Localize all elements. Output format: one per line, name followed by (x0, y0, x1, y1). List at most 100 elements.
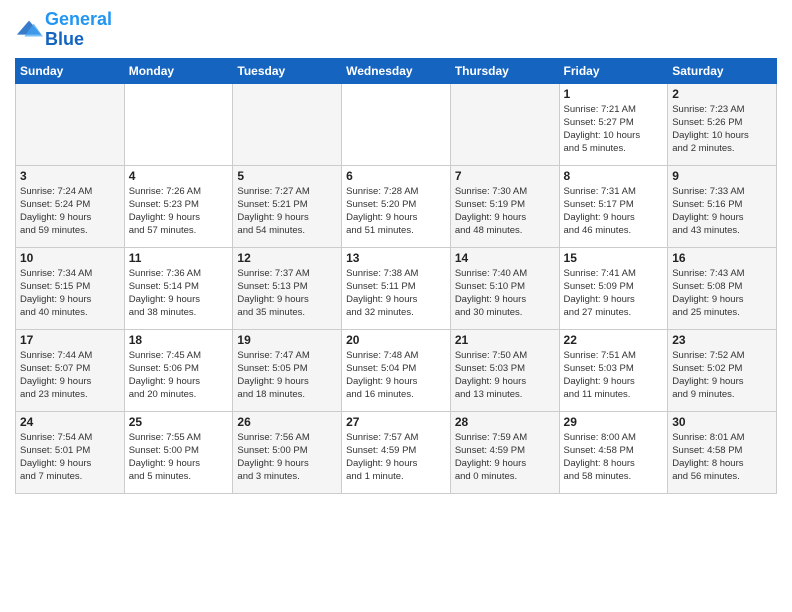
day-info: Sunrise: 7:50 AM Sunset: 5:03 PM Dayligh… (455, 349, 555, 402)
day-number: 14 (455, 251, 555, 265)
calendar-cell: 20 Sunrise: 7:48 AM Sunset: 5:04 PM Dayli… (342, 329, 451, 411)
calendar-cell: 3 Sunrise: 7:24 AM Sunset: 5:24 PM Daylig… (16, 165, 125, 247)
calendar-cell: 18 Sunrise: 7:45 AM Sunset: 5:06 PM Dayli… (124, 329, 233, 411)
day-info: Sunrise: 7:38 AM Sunset: 5:11 PM Dayligh… (346, 267, 446, 320)
day-info: Sunrise: 7:45 AM Sunset: 5:06 PM Dayligh… (129, 349, 229, 402)
day-number: 19 (237, 333, 337, 347)
calendar-cell: 16 Sunrise: 7:43 AM Sunset: 5:08 PM Dayli… (668, 247, 777, 329)
calendar-cell: 30 Sunrise: 8:01 AM Sunset: 4:58 PM Dayli… (668, 411, 777, 493)
day-info: Sunrise: 7:59 AM Sunset: 4:59 PM Dayligh… (455, 431, 555, 484)
calendar-week-2: 3 Sunrise: 7:24 AM Sunset: 5:24 PM Daylig… (16, 165, 777, 247)
day-number: 8 (564, 169, 664, 183)
weekday-header-wednesday: Wednesday (342, 58, 451, 83)
calendar-cell: 27 Sunrise: 7:57 AM Sunset: 4:59 PM Dayli… (342, 411, 451, 493)
calendar-cell: 6 Sunrise: 7:28 AM Sunset: 5:20 PM Daylig… (342, 165, 451, 247)
day-number: 1 (564, 87, 664, 101)
day-number: 21 (455, 333, 555, 347)
calendar-cell: 19 Sunrise: 7:47 AM Sunset: 5:05 PM Dayli… (233, 329, 342, 411)
calendar-cell: 28 Sunrise: 7:59 AM Sunset: 4:59 PM Dayli… (450, 411, 559, 493)
day-info: Sunrise: 7:21 AM Sunset: 5:27 PM Dayligh… (564, 103, 664, 156)
calendar-cell: 21 Sunrise: 7:50 AM Sunset: 5:03 PM Dayli… (450, 329, 559, 411)
weekday-header-friday: Friday (559, 58, 668, 83)
logo-icon (15, 16, 43, 44)
day-info: Sunrise: 7:54 AM Sunset: 5:01 PM Dayligh… (20, 431, 120, 484)
calendar-week-3: 10 Sunrise: 7:34 AM Sunset: 5:15 PM Dayli… (16, 247, 777, 329)
logo: General Blue (15, 10, 112, 50)
weekday-header-thursday: Thursday (450, 58, 559, 83)
calendar-cell (450, 83, 559, 165)
day-number: 11 (129, 251, 229, 265)
calendar-cell: 1 Sunrise: 7:21 AM Sunset: 5:27 PM Daylig… (559, 83, 668, 165)
day-number: 10 (20, 251, 120, 265)
day-number: 27 (346, 415, 446, 429)
calendar-cell: 4 Sunrise: 7:26 AM Sunset: 5:23 PM Daylig… (124, 165, 233, 247)
day-number: 5 (237, 169, 337, 183)
day-info: Sunrise: 7:24 AM Sunset: 5:24 PM Dayligh… (20, 185, 120, 238)
page-container: General Blue SundayMondayTuesdayWednesda… (0, 0, 792, 504)
day-info: Sunrise: 7:23 AM Sunset: 5:26 PM Dayligh… (672, 103, 772, 156)
day-number: 26 (237, 415, 337, 429)
calendar-cell: 14 Sunrise: 7:40 AM Sunset: 5:10 PM Dayli… (450, 247, 559, 329)
calendar-cell: 7 Sunrise: 7:30 AM Sunset: 5:19 PM Daylig… (450, 165, 559, 247)
calendar-cell: 15 Sunrise: 7:41 AM Sunset: 5:09 PM Dayli… (559, 247, 668, 329)
day-number: 16 (672, 251, 772, 265)
weekday-header-row: SundayMondayTuesdayWednesdayThursdayFrid… (16, 58, 777, 83)
calendar-cell: 8Sunrise: 7:31 AM Sunset: 5:17 PM Daylig… (559, 165, 668, 247)
day-number: 24 (20, 415, 120, 429)
day-number: 15 (564, 251, 664, 265)
day-info: Sunrise: 7:26 AM Sunset: 5:23 PM Dayligh… (129, 185, 229, 238)
day-info: Sunrise: 8:00 AM Sunset: 4:58 PM Dayligh… (564, 431, 664, 484)
calendar-cell: 9 Sunrise: 7:33 AM Sunset: 5:16 PM Daylig… (668, 165, 777, 247)
day-number: 9 (672, 169, 772, 183)
calendar-cell: 11Sunrise: 7:36 AM Sunset: 5:14 PM Dayli… (124, 247, 233, 329)
day-number: 17 (20, 333, 120, 347)
day-info: Sunrise: 7:56 AM Sunset: 5:00 PM Dayligh… (237, 431, 337, 484)
calendar-cell: 29 Sunrise: 8:00 AM Sunset: 4:58 PM Dayli… (559, 411, 668, 493)
day-info: Sunrise: 7:34 AM Sunset: 5:15 PM Dayligh… (20, 267, 120, 320)
calendar-cell: 17 Sunrise: 7:44 AM Sunset: 5:07 PM Dayli… (16, 329, 125, 411)
day-number: 23 (672, 333, 772, 347)
day-info: Sunrise: 7:30 AM Sunset: 5:19 PM Dayligh… (455, 185, 555, 238)
weekday-header-sunday: Sunday (16, 58, 125, 83)
day-number: 4 (129, 169, 229, 183)
weekday-header-tuesday: Tuesday (233, 58, 342, 83)
calendar-week-1: 1 Sunrise: 7:21 AM Sunset: 5:27 PM Daylig… (16, 83, 777, 165)
calendar-cell: 25Sunrise: 7:55 AM Sunset: 5:00 PM Dayli… (124, 411, 233, 493)
day-info: Sunrise: 8:01 AM Sunset: 4:58 PM Dayligh… (672, 431, 772, 484)
day-info: Sunrise: 7:44 AM Sunset: 5:07 PM Dayligh… (20, 349, 120, 402)
day-info: Sunrise: 7:47 AM Sunset: 5:05 PM Dayligh… (237, 349, 337, 402)
day-number: 20 (346, 333, 446, 347)
calendar-cell: 12Sunrise: 7:37 AM Sunset: 5:13 PM Dayli… (233, 247, 342, 329)
calendar-cell: 23 Sunrise: 7:52 AM Sunset: 5:02 PM Dayli… (668, 329, 777, 411)
day-number: 30 (672, 415, 772, 429)
day-info: Sunrise: 7:57 AM Sunset: 4:59 PM Dayligh… (346, 431, 446, 484)
calendar-cell (124, 83, 233, 165)
calendar-cell: 5Sunrise: 7:27 AM Sunset: 5:21 PM Daylig… (233, 165, 342, 247)
day-info: Sunrise: 7:55 AM Sunset: 5:00 PM Dayligh… (129, 431, 229, 484)
day-info: Sunrise: 7:40 AM Sunset: 5:10 PM Dayligh… (455, 267, 555, 320)
day-number: 7 (455, 169, 555, 183)
calendar-week-5: 24 Sunrise: 7:54 AM Sunset: 5:01 PM Dayli… (16, 411, 777, 493)
calendar-cell (342, 83, 451, 165)
day-info: Sunrise: 7:33 AM Sunset: 5:16 PM Dayligh… (672, 185, 772, 238)
calendar-table: SundayMondayTuesdayWednesdayThursdayFrid… (15, 58, 777, 494)
calendar-cell: 24 Sunrise: 7:54 AM Sunset: 5:01 PM Dayli… (16, 411, 125, 493)
calendar-cell: 26 Sunrise: 7:56 AM Sunset: 5:00 PM Dayli… (233, 411, 342, 493)
calendar-cell: 10 Sunrise: 7:34 AM Sunset: 5:15 PM Dayli… (16, 247, 125, 329)
weekday-header-saturday: Saturday (668, 58, 777, 83)
logo-text: General Blue (45, 10, 112, 50)
day-number: 28 (455, 415, 555, 429)
day-info: Sunrise: 7:52 AM Sunset: 5:02 PM Dayligh… (672, 349, 772, 402)
calendar-cell (16, 83, 125, 165)
day-info: Sunrise: 7:43 AM Sunset: 5:08 PM Dayligh… (672, 267, 772, 320)
day-number: 18 (129, 333, 229, 347)
day-info: Sunrise: 7:37 AM Sunset: 5:13 PM Dayligh… (237, 267, 337, 320)
day-info: Sunrise: 7:48 AM Sunset: 5:04 PM Dayligh… (346, 349, 446, 402)
day-number: 2 (672, 87, 772, 101)
day-number: 3 (20, 169, 120, 183)
day-info: Sunrise: 7:41 AM Sunset: 5:09 PM Dayligh… (564, 267, 664, 320)
day-number: 29 (564, 415, 664, 429)
day-number: 6 (346, 169, 446, 183)
calendar-cell (233, 83, 342, 165)
day-info: Sunrise: 7:28 AM Sunset: 5:20 PM Dayligh… (346, 185, 446, 238)
